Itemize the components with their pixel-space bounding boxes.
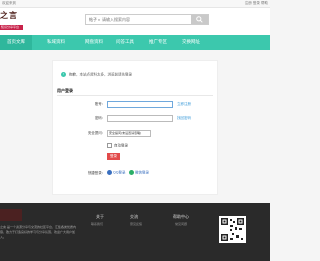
footer-col-about-title: 关于 (96, 214, 104, 219)
divider (57, 95, 213, 96)
password-field[interactable] (107, 115, 173, 122)
login-notice: ! 抱歉，本站点资料太多，浏览前请先登录 (61, 72, 132, 78)
username-label: 账号: (94, 102, 103, 106)
login-button[interactable]: 登录 (107, 153, 120, 160)
username-field[interactable] (107, 101, 173, 108)
password-label: 密码: (94, 116, 103, 120)
search-scope-select[interactable]: 帖子 ▾ (89, 15, 100, 25)
remember-label: 自动登录 (114, 143, 128, 148)
nav-item-home[interactable]: 首页文库 (0, 35, 32, 50)
search-box: 帖子 ▾ (85, 14, 209, 25)
search-icon (196, 16, 203, 23)
wechat-login-link[interactable]: 微信登录 (129, 170, 149, 176)
remember-checkbox[interactable] (107, 143, 112, 148)
footer-logo (0, 209, 22, 221)
register-link[interactable]: 立即注册 (177, 102, 191, 107)
nav-item-private[interactable]: 私域资料 (40, 35, 72, 50)
wechat-icon (129, 170, 134, 175)
qr-code-icon (221, 218, 244, 241)
security-question-label: 安全提问: (87, 131, 103, 135)
chevron-down-icon: ▾ (98, 18, 100, 22)
footer-col-help-link[interactable]: 常见问题 (175, 222, 187, 226)
top-links[interactable]: 注册 登录 帮助 (245, 0, 268, 7)
search-button[interactable] (191, 15, 208, 24)
main-nav: 首页文库 私域资料 网盘资料 问答工具 推广专区 交换网址 (0, 35, 270, 50)
footer-col-help-title: 帮助中心 (173, 214, 189, 219)
quick-login-label: 快捷登录: (87, 171, 103, 175)
footer-col-exchange-link[interactable]: 意见反馈 (130, 222, 142, 226)
security-question-select[interactable]: 安全提问(未设置请忽略) (107, 130, 151, 137)
forgot-password-link[interactable]: 找回密码 (177, 116, 191, 121)
qq-icon (107, 170, 112, 175)
site-logo[interactable]: 之言 知识分享平台 (0, 10, 26, 32)
header: 之言 知识分享平台 帖子 ▾ (0, 8, 270, 35)
footer-about: 之言 是一个资源分享与交流的社区平台，汇集各类优质内容，致力于打造良好的学习与分… (0, 225, 76, 239)
logo-tagline: 知识分享平台 (0, 25, 23, 30)
footer-col-exchange-title: 交流 (130, 214, 138, 219)
top-bar: 欢迎来到 注册 登录 帮助 (0, 0, 270, 8)
logo-text: 之言 (0, 10, 18, 20)
search-input[interactable] (102, 16, 186, 23)
footer: 之言 是一个资源分享与交流的社区平台，汇集各类优质内容，致力于打造良好的学习与分… (0, 203, 270, 261)
nav-item-netdisk[interactable]: 网盘资料 (78, 35, 110, 50)
nav-item-promo[interactable]: 推广专区 (142, 35, 174, 50)
login-panel: ! 抱歉，本站点资料太多，浏览前请先登录 用户登录 账号: 立即注册 密码: 找回… (52, 60, 218, 195)
notice-text: 抱歉，本站点资料太多，浏览前请先登录 (69, 72, 132, 77)
footer-col-about-link[interactable]: 联系我们 (91, 222, 103, 226)
login-title: 用户登录 (57, 88, 73, 93)
qr-code (219, 216, 246, 243)
info-icon: ! (61, 72, 66, 77)
nav-item-tools[interactable]: 问答工具 (109, 35, 141, 50)
qq-login-link[interactable]: QQ登录 (107, 170, 126, 176)
remember-row[interactable]: 自动登录 (107, 143, 128, 149)
welcome-text: 欢迎来到 (2, 1, 16, 5)
nav-item-links[interactable]: 交换网址 (175, 35, 207, 50)
